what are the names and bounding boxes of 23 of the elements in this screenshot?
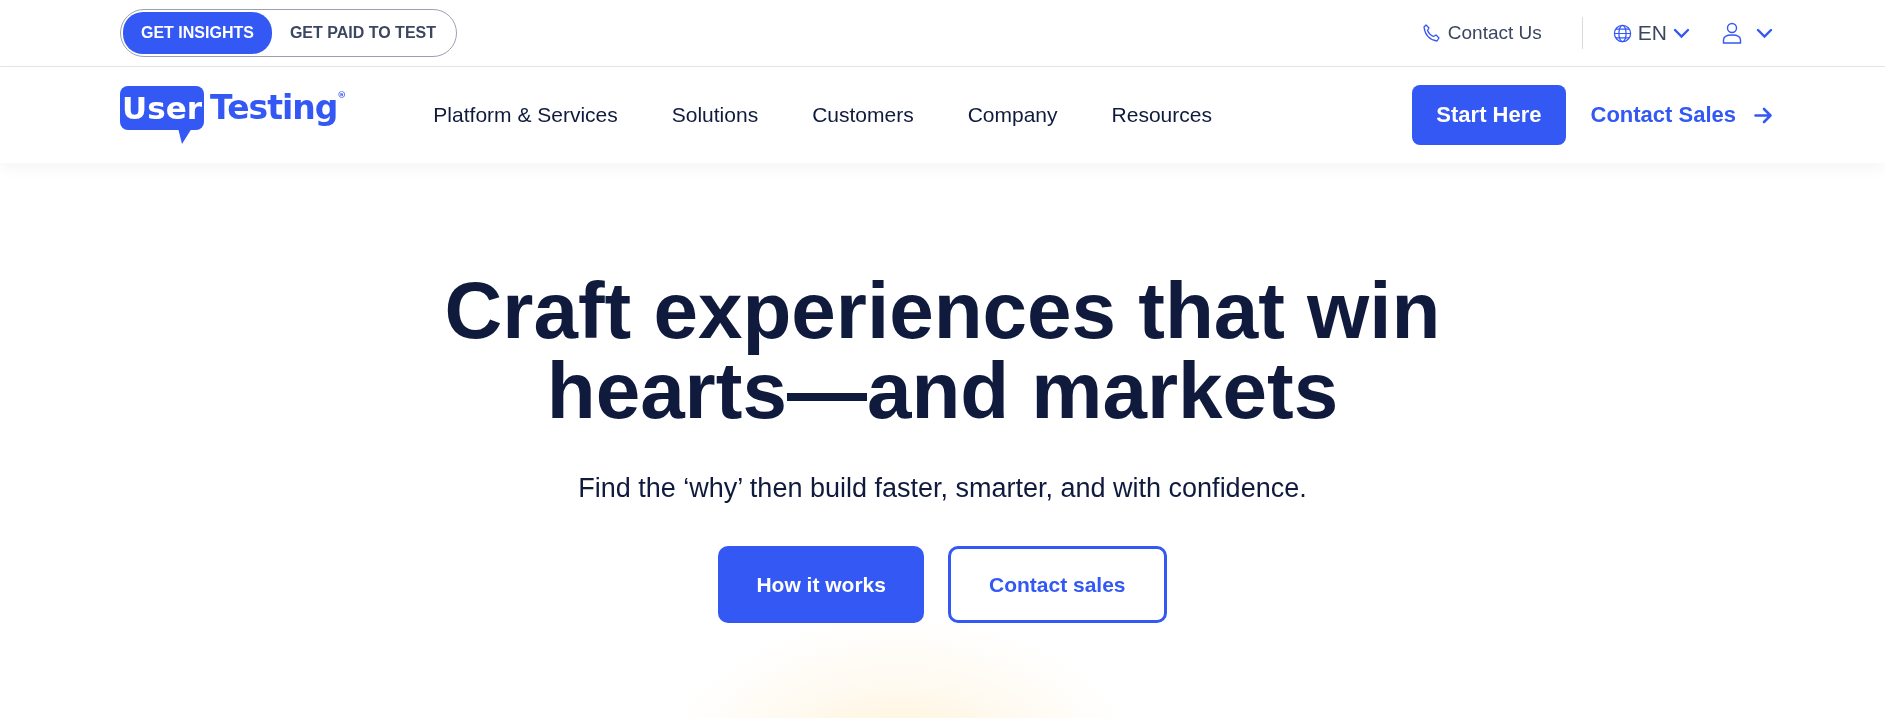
phone-icon (1421, 23, 1442, 43)
nav-link[interactable]: Company (967, 103, 1058, 127)
chevron-down-icon (1673, 27, 1690, 39)
contact-sales-link[interactable]: Contact Sales (1590, 102, 1773, 128)
account-menu[interactable] (1722, 22, 1773, 44)
audience-tab[interactable]: GET INSIGHTS (123, 12, 272, 54)
audience-tab[interactable]: GET PAID TO TEST (271, 12, 454, 54)
hero-subheading: Find the ‘why’ then build faster, smarter, and with confidence. (578, 473, 1307, 504)
contact-sales-button[interactable]: Contact sales (948, 546, 1167, 623)
language-selector[interactable]: EN (1582, 21, 1722, 45)
arrow-right-icon (1754, 106, 1773, 124)
nav-link[interactable]: Solutions (671, 103, 759, 127)
nav-link[interactable]: Customers (812, 103, 914, 127)
logo-text[interactable]: Testing$^{®}$ (210, 86, 346, 124)
how-it-works-button[interactable]: How it works (718, 546, 924, 623)
user-icon (1722, 22, 1742, 44)
globe-icon (1612, 23, 1632, 43)
hero-heading: Craft experiences that win hearts—and markets (443, 271, 1442, 431)
contact-us-link[interactable]: Contact Us (1421, 17, 1583, 49)
nav-link[interactable]: Resources (1111, 103, 1212, 127)
nav-link[interactable]: Platform & Services (433, 103, 618, 127)
chevron-down-icon (1756, 27, 1773, 39)
start-here-button[interactable]: Start Here (1412, 85, 1566, 145)
